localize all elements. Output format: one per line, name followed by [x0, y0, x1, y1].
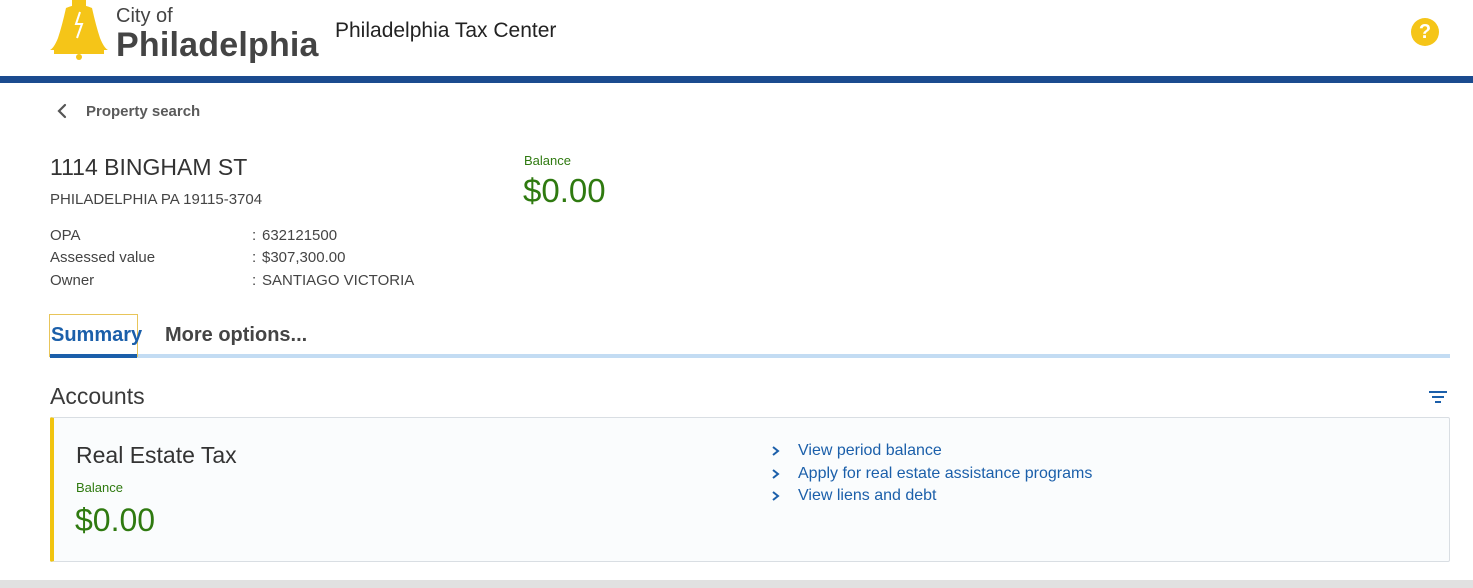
detail-separator: : — [252, 272, 257, 289]
filter-icon[interactable] — [1428, 389, 1448, 405]
tabs-baseline — [50, 354, 1450, 358]
tab-more-options[interactable]: More options... — [165, 324, 307, 347]
link-view-period-balance[interactable]: View period balance — [770, 440, 1092, 463]
accounts-heading: Accounts — [50, 383, 145, 409]
detail-value: 632121500 — [262, 227, 338, 244]
account-balance-value: $0.00 — [75, 502, 156, 538]
detail-value: SANTIAGO VICTORIA — [262, 272, 415, 289]
city-logo[interactable]: City of Philadelphia — [50, 0, 320, 70]
header-divider — [0, 76, 1473, 83]
chevron-left-icon — [57, 103, 67, 119]
detail-key: Assessed value — [50, 249, 156, 266]
chevron-right-icon — [772, 468, 780, 479]
liberty-bell-icon — [50, 0, 108, 60]
link-label: View period balance — [798, 442, 942, 460]
detail-row-owner: Owner : SANTIAGO VICTORIA — [50, 272, 414, 289]
detail-value: $307,300.00 — [262, 249, 346, 266]
balance-value: $0.00 — [523, 172, 606, 209]
back-label: Property search — [86, 102, 201, 120]
logo-city-name: Philadelphia — [116, 26, 319, 64]
back-to-property-search[interactable]: Property search — [52, 99, 200, 123]
logo-text: City of Philadelphia — [116, 0, 319, 62]
page: City of Philadelphia Philadelphia Tax Ce… — [0, 0, 1473, 588]
chevron-right-icon — [772, 491, 780, 502]
detail-row-assessed-value: Assessed value : $307,300.00 — [50, 249, 345, 266]
logo-city: City of — [116, 5, 173, 27]
balance-label: Balance — [524, 153, 571, 168]
active-tab-indicator — [50, 354, 137, 358]
link-label: Apply for real estate assistance program… — [798, 464, 1093, 482]
horizontal-scrollbar[interactable] — [0, 580, 1473, 588]
account-balance-label: Balance — [76, 480, 123, 495]
account-card-real-estate-tax: Real Estate Tax Balance $0.00 View perio… — [50, 417, 1450, 562]
property-address: 1114 BINGHAM ST — [50, 154, 248, 180]
app-title: Philadelphia Tax Center — [335, 19, 557, 42]
help-icon[interactable]: ? — [1411, 18, 1439, 46]
detail-row-opa: OPA : 632121500 — [50, 227, 337, 244]
detail-key: Owner — [50, 272, 95, 289]
header: City of Philadelphia Philadelphia Tax Ce… — [0, 0, 1473, 76]
tab-summary[interactable]: Summary — [49, 314, 142, 357]
detail-key: OPA — [50, 227, 81, 244]
property-city-line: PHILADELPHIA PA 19115-3704 — [50, 191, 263, 208]
link-label: View liens and debt — [798, 487, 937, 505]
detail-separator: : — [252, 249, 257, 266]
account-links: View period balance Apply for real estat… — [770, 440, 1092, 508]
account-title: Real Estate Tax — [76, 442, 237, 468]
link-apply-assistance-programs[interactable]: Apply for real estate assistance program… — [770, 463, 1092, 486]
detail-separator: : — [252, 227, 257, 244]
chevron-right-icon — [772, 446, 780, 457]
link-view-liens-and-debt[interactable]: View liens and debt — [770, 485, 1092, 508]
